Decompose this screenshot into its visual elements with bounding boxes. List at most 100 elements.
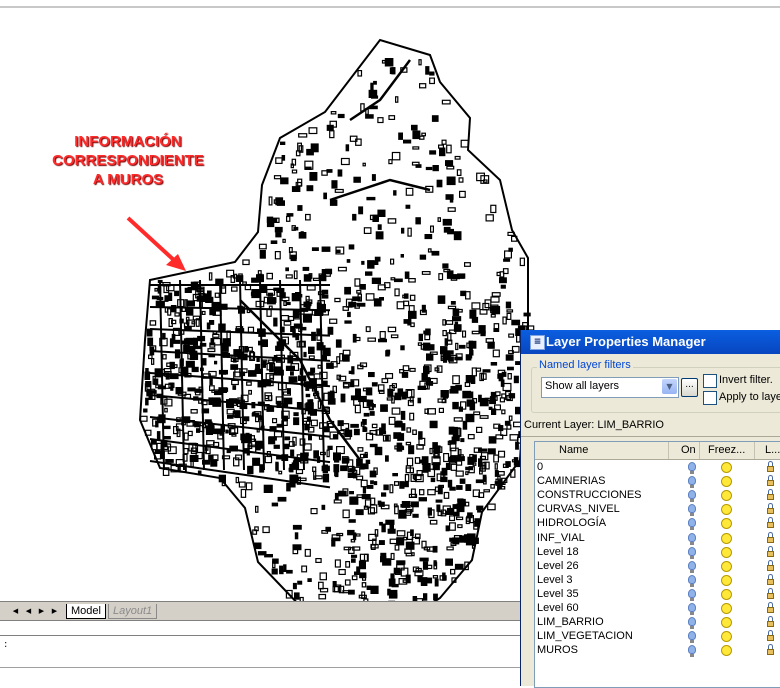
map-feature (507, 366, 514, 371)
chevron-down-icon[interactable]: ▼ (662, 379, 677, 394)
freeze-sun-icon[interactable] (721, 504, 732, 516)
invert-filter-checkbox[interactable] (703, 374, 717, 388)
lightbulb-icon[interactable] (688, 532, 696, 545)
next-tab-icon[interactable]: ▶ (36, 605, 47, 617)
padlock-icon[interactable] (767, 573, 775, 585)
layer-row[interactable]: INF_VIAL (535, 531, 780, 545)
column-header-lock[interactable]: L... (755, 442, 780, 459)
layer-row[interactable]: 0 (535, 460, 780, 474)
padlock-icon[interactable] (767, 644, 775, 656)
freeze-sun-icon[interactable] (721, 518, 732, 530)
padlock-icon[interactable] (767, 602, 775, 613)
tab-model[interactable]: Model (66, 604, 106, 619)
map-feature (242, 259, 250, 266)
padlock-icon[interactable] (767, 559, 775, 571)
dialog-titlebar[interactable]: ≡ Layer Properties Manager (521, 330, 780, 354)
lightbulb-icon[interactable] (688, 546, 696, 559)
layer-row[interactable]: MUROS (535, 643, 780, 658)
padlock-icon[interactable] (767, 531, 775, 543)
column-header-name[interactable]: Name (535, 442, 669, 459)
prev-tab-icon[interactable]: ◀ (23, 605, 34, 617)
map-feature (485, 214, 494, 222)
map-feature (490, 313, 496, 318)
lightbulb-icon[interactable] (688, 574, 696, 587)
map-feature (429, 381, 434, 386)
map-feature (221, 342, 229, 352)
last-tab-icon[interactable]: ▶ (49, 605, 60, 617)
lightbulb-icon[interactable] (688, 588, 696, 601)
freeze-sun-icon[interactable] (721, 588, 732, 600)
map-feature (167, 308, 172, 316)
freeze-sun-icon[interactable] (721, 532, 732, 544)
padlock-icon[interactable] (767, 503, 775, 515)
map-feature (523, 312, 531, 317)
layer-list[interactable]: Name On Freez... L... 0 CAMINERIAS CONSTRU… (534, 441, 780, 688)
map-feature (245, 482, 253, 491)
map-feature (494, 463, 498, 470)
layer-row[interactable]: Level 18 (535, 545, 780, 559)
map-feature (187, 286, 192, 292)
lightbulb-icon[interactable] (688, 518, 696, 531)
padlock-icon[interactable] (767, 630, 775, 642)
first-tab-icon[interactable]: ◀ (10, 605, 21, 617)
freeze-sun-icon[interactable] (721, 546, 732, 558)
map-feature (154, 287, 158, 292)
freeze-sun-icon[interactable] (721, 603, 732, 614)
map-feature (162, 354, 167, 360)
freeze-sun-icon[interactable] (721, 490, 732, 502)
lightbulb-icon[interactable] (688, 645, 696, 658)
map-feature (395, 96, 399, 103)
freeze-sun-icon[interactable] (721, 631, 732, 643)
layer-row[interactable]: LIM_VEGETACION (535, 629, 780, 644)
map-feature (374, 446, 383, 456)
apply-to-layers-checkbox[interactable] (703, 391, 717, 405)
map-feature (283, 301, 287, 307)
layer-row[interactable]: Level 60 (535, 601, 780, 615)
command-window[interactable]: : (0, 620, 540, 685)
freeze-sun-icon[interactable] (721, 645, 732, 657)
map-feature (422, 561, 429, 570)
layer-row[interactable]: Level 3 (535, 573, 780, 587)
freeze-sun-icon[interactable] (721, 462, 732, 473)
lightbulb-icon[interactable] (688, 617, 696, 630)
layer-row[interactable]: CONSTRUCCIONES (535, 488, 780, 503)
padlock-icon[interactable] (767, 461, 775, 472)
map-feature (322, 464, 329, 474)
freeze-sun-icon[interactable] (721, 617, 732, 629)
map-feature (335, 468, 339, 478)
map-feature (391, 151, 401, 161)
map-feature (446, 165, 455, 170)
layer-row[interactable]: LIM_BARRIO (535, 615, 780, 630)
lightbulb-icon[interactable] (688, 504, 696, 517)
filter-dialog-button[interactable]: ... (681, 378, 698, 397)
layer-row[interactable]: CAMINERIAS (535, 474, 780, 489)
padlock-icon[interactable] (767, 517, 775, 529)
padlock-icon[interactable] (767, 616, 775, 628)
layer-filter-select[interactable]: Show all layers ▼ (541, 377, 679, 398)
map-feature (215, 278, 224, 285)
layer-row[interactable]: Level 35 (535, 587, 780, 601)
lightbulb-icon[interactable] (688, 462, 696, 474)
lightbulb-icon[interactable] (688, 631, 696, 644)
layer-row[interactable]: CURVAS_NIVEL (535, 502, 780, 517)
layer-row[interactable]: HIDROLOGÍA (535, 516, 780, 531)
map-feature (174, 349, 181, 359)
map-feature (220, 424, 225, 433)
freeze-sun-icon[interactable] (721, 574, 732, 586)
padlock-icon[interactable] (767, 545, 775, 557)
padlock-icon[interactable] (767, 475, 775, 487)
freeze-sun-icon[interactable] (721, 560, 732, 572)
map-feature (286, 569, 293, 574)
column-header-on[interactable]: On (669, 442, 700, 459)
layer-row[interactable]: Level 26 (535, 559, 780, 573)
map-feature (471, 302, 481, 310)
lightbulb-icon[interactable] (688, 490, 696, 503)
tab-layout1[interactable]: Layout1 (108, 604, 158, 619)
lightbulb-icon[interactable] (688, 603, 696, 615)
padlock-icon[interactable] (767, 489, 775, 501)
column-header-freeze[interactable]: Freez... (700, 442, 755, 459)
lightbulb-icon[interactable] (688, 560, 696, 573)
freeze-sun-icon[interactable] (721, 476, 732, 488)
lightbulb-icon[interactable] (688, 476, 696, 489)
padlock-icon[interactable] (767, 587, 775, 599)
